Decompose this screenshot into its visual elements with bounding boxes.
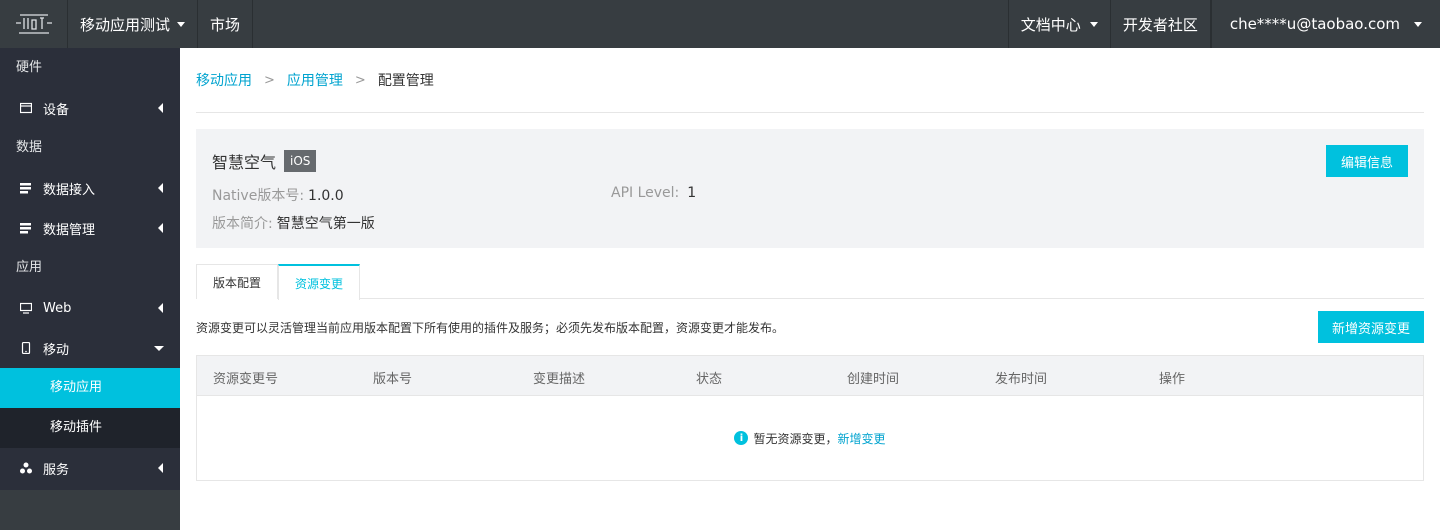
developer-community-link[interactable]: 开发者社区 [1111,0,1211,48]
add-change-link[interactable]: 新增变更 [838,430,886,447]
native-version-label: Native版本号: [212,188,305,204]
version-intro-label: 版本简介: [212,216,273,232]
api-level-label: API Level: [611,185,680,201]
sidebar-section-data: 数据 [16,140,43,155]
market-link[interactable]: 市场 [198,0,254,48]
app-name: 智慧空气 [212,153,277,172]
info-icon: i [734,431,749,445]
docs-center-dropdown[interactable]: 文档中心 [1007,0,1111,48]
sidebar-item-label: 移动 [43,342,70,358]
data-manage-icon [20,222,32,234]
empty-state-text: 暂无资源变更， [753,431,838,446]
breadcrumb-app-manage-link[interactable]: 应用管理 [287,70,343,90]
api-level-row: API Level: 1 [611,185,696,201]
docs-center-label: 文档中心 [1020,15,1081,34]
sidebar-item-label: 数据管理 [43,222,96,238]
sidebar-item-device[interactable]: 设备 [0,88,180,128]
table-header: 资源变更号 版本号 变更描述 状态 创建时间 发布时间 操作 [197,356,1423,396]
breadcrumb-separator: > [264,72,275,88]
caret-down-icon [1089,21,1098,27]
app-info-panel: 智慧空气 iOS Native版本号: 1.0.0 API Level: 1 版本简… [196,129,1424,248]
sidebar-item-label: 数据接入 [43,182,96,198]
resource-description-row: 资源变更可以灵活管理当前应用版本配置下所有使用的插件及服务；必须先发布版本配置，… [196,299,1424,355]
column-header: 创建时间 [847,372,900,387]
chevron-left-icon [158,103,163,113]
top-navigation-bar: 移动应用测试 市场 文档中心 开发者社区 che****u@taobao.com [0,0,1440,48]
sidebar: 硬件 设备 数据 数据接入 数据管理 应用 Web 移动 移动应用 移动插件 服… [0,48,180,530]
api-level-value: 1 [687,185,697,201]
edit-info-button[interactable]: 编辑信息 [1326,145,1408,177]
chevron-left-icon [158,303,163,313]
sidebar-item-data-manage[interactable]: 数据管理 [0,208,180,248]
sidebar-item-data-access[interactable]: 数据接入 [0,168,180,208]
table-empty-state: i 暂无资源变更， 新增变更 [197,396,1423,480]
main-content: 移动应用 > 应用管理 > 配置管理 智慧空气 iOS Native版本号: 1.… [196,48,1424,481]
column-header: 版本号 [373,372,413,387]
column-header: 操作 [1159,372,1186,387]
version-intro-row: 版本简介: 智慧空气第一版 [212,213,375,233]
breadcrumb-mobile-app-link[interactable]: 移动应用 [196,70,252,90]
caret-down-icon [1414,21,1422,27]
app-selector-label: 移动应用测试 [80,15,171,34]
device-icon [20,102,32,114]
sidebar-subitem-mobile-plugin[interactable]: 移动插件 [0,408,180,448]
column-header: 变更描述 [533,372,586,387]
sidebar-item-service[interactable]: 服务 [0,448,180,488]
sidebar-item-label: 设备 [43,102,70,118]
sidebar-section-app: 应用 [16,260,43,275]
sidebar-subitem-mobile-app[interactable]: 移动应用 [0,368,180,408]
sidebar-footer [0,490,180,530]
chevron-left-icon [158,223,163,233]
tab-version-config[interactable]: 版本配置 [196,264,279,299]
caret-down-icon [177,21,186,27]
service-icon [20,462,32,474]
chevron-left-icon [158,463,163,473]
column-header: 发布时间 [995,372,1048,387]
version-intro-value: 智慧空气第一版 [276,216,375,232]
app-title-row: 智慧空气 iOS [212,149,1408,173]
chevron-left-icon [158,183,163,193]
platform-badge: iOS [284,150,317,172]
iot-logo-icon[interactable] [0,0,68,48]
sidebar-section-hardware: 硬件 [16,60,43,75]
app-selector-dropdown[interactable]: 移动应用测试 [68,0,199,48]
column-header: 状态 [696,372,723,387]
tab-resource-change[interactable]: 资源变更 [278,264,361,300]
column-header: 资源变更号 [213,372,279,387]
data-access-icon [20,182,32,194]
native-version-value: 1.0.0 [308,188,344,204]
tab-bar: 版本配置 资源变更 [196,264,1424,300]
sidebar-item-label: 服务 [43,462,70,478]
breadcrumb: 移动应用 > 应用管理 > 配置管理 [196,48,1424,113]
sidebar-item-web[interactable]: Web [0,288,180,328]
resource-description: 资源变更可以灵活管理当前应用版本配置下所有使用的插件及服务；必须先发布版本配置，… [196,321,785,335]
account-email: che****u@taobao.com [1229,15,1400,33]
sidebar-item-mobile[interactable]: 移动 [0,328,180,368]
add-resource-change-button[interactable]: 新增资源变更 [1318,311,1424,343]
developer-community-label: 开发者社区 [1122,15,1198,34]
native-version-row: Native版本号: 1.0.0 [212,185,344,205]
sidebar-item-label: Web [43,300,72,316]
breadcrumb-separator: > [354,72,366,88]
account-dropdown[interactable]: che****u@taobao.com [1210,0,1440,48]
breadcrumb-current: 配置管理 [377,73,434,89]
monitor-icon [20,302,32,314]
mobile-phone-icon [20,342,32,354]
market-label: 市场 [210,15,241,34]
resource-change-table: 资源变更号 版本号 变更描述 状态 创建时间 发布时间 操作 i 暂无资源变更，… [196,355,1424,481]
chevron-down-icon [154,346,164,351]
